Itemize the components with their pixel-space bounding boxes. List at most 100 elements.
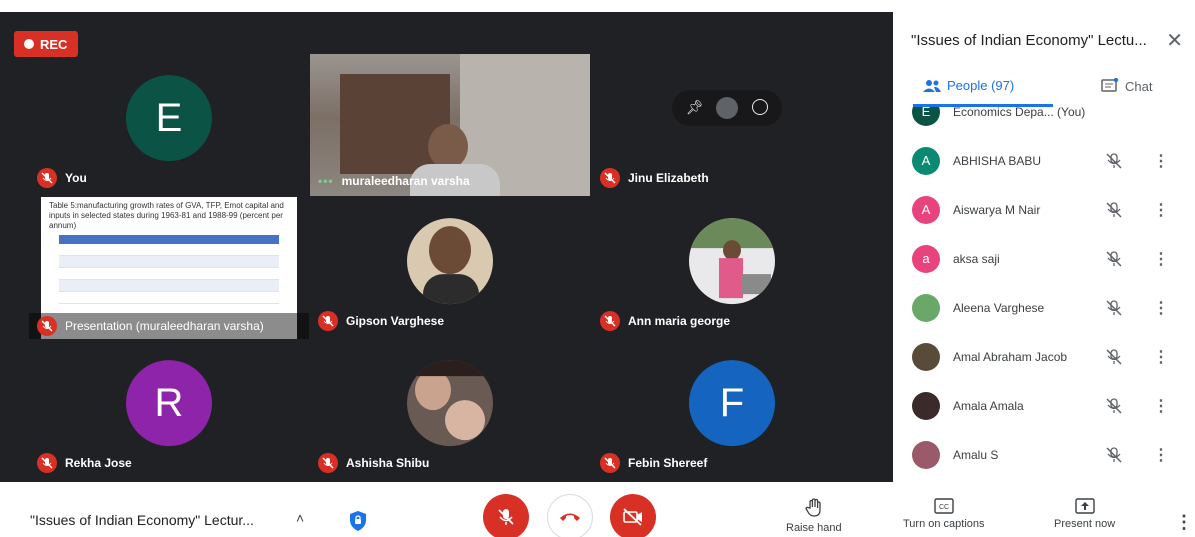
participant-tile-ann[interactable]: Ann maria george xyxy=(592,197,872,339)
avatar xyxy=(912,342,940,371)
participant-name: Ashisha Shibu xyxy=(346,456,430,470)
meeting-title[interactable]: "Issues of Indian Economy" Lectur... xyxy=(30,512,254,528)
participant-name: Jinu Elizabeth xyxy=(628,171,709,185)
captions-button[interactable]: CC Turn on captions xyxy=(903,498,985,530)
mic-off-icon xyxy=(498,509,514,525)
avatar xyxy=(407,360,493,447)
person-name: Aiswarya M Nair xyxy=(953,202,1041,217)
list-item[interactable]: Amala Amala ⋮ xyxy=(893,381,1195,430)
mute-participant-icon[interactable] xyxy=(716,97,738,119)
list-item[interactable]: A ABHISHA BABU ⋮ xyxy=(893,136,1195,185)
list-item[interactable]: A Aiswarya M Nair ⋮ xyxy=(893,185,1195,234)
person-name: ABHISHA BABU xyxy=(953,153,1042,168)
presentation-label: Presentation (muraleedharan varsha) xyxy=(65,319,264,333)
participant-name: Febin Shereef xyxy=(628,456,708,470)
mic-off-icon xyxy=(600,311,620,331)
tile-hover-controls: 📌︎ xyxy=(672,90,782,126)
speaking-indicator-icon: ••• xyxy=(318,174,334,188)
captions-label: Turn on captions xyxy=(903,518,985,530)
record-dot-icon xyxy=(24,39,34,49)
more-options-icon[interactable]: ⋮ xyxy=(1153,151,1169,171)
participant-tile-rekha[interactable]: R Rekha Jose xyxy=(29,339,309,481)
participant-tile-gipson[interactable]: Gipson Varghese xyxy=(310,197,590,339)
mic-off-icon[interactable] xyxy=(1105,201,1123,219)
presentation-label-bar: Presentation (muraleedharan varsha) xyxy=(29,313,309,339)
close-icon[interactable]: ✕ xyxy=(1166,28,1183,53)
mic-off-icon xyxy=(600,168,620,188)
captions-icon: CC xyxy=(934,498,954,514)
top-strip xyxy=(0,0,1195,12)
participant-name: Gipson Varghese xyxy=(346,314,445,328)
participant-tile-jinu[interactable]: 📌︎ Jinu Elizabeth xyxy=(592,54,872,196)
more-options-icon[interactable]: ⋮ xyxy=(1153,249,1169,269)
slide-caption: Table 5:manufacturing growth rates of GV… xyxy=(49,201,284,230)
list-item[interactable]: E Economics Depa... (You) xyxy=(893,107,1195,136)
recording-badge: REC xyxy=(14,31,78,57)
microphone-toggle-button[interactable] xyxy=(483,494,529,537)
people-icon xyxy=(923,79,941,92)
avatar: A xyxy=(912,146,940,175)
recording-label: REC xyxy=(40,36,68,52)
avatar xyxy=(912,440,940,469)
avatar xyxy=(912,293,940,322)
presentation-tile[interactable]: Table 5:manufacturing growth rates of GV… xyxy=(29,197,309,339)
list-item[interactable]: Amal Abraham Jacob ⋮ xyxy=(893,332,1195,381)
mic-off-icon[interactable] xyxy=(1105,299,1123,317)
participant-name: Rekha Jose xyxy=(65,456,132,470)
remove-icon[interactable] xyxy=(752,99,768,115)
leave-call-button[interactable] xyxy=(547,494,593,537)
avatar: E xyxy=(912,107,940,126)
participant-tile-ashisha[interactable]: Ashisha Shibu xyxy=(310,339,590,481)
mic-off-icon xyxy=(318,453,338,473)
more-options-icon[interactable]: ⋮ xyxy=(1153,298,1169,318)
person-name: Aleena Varghese xyxy=(953,300,1045,315)
avatar: R xyxy=(126,360,212,447)
participant-tile-you[interactable]: E You xyxy=(29,54,309,196)
tab-people-label: People (97) xyxy=(947,78,1015,93)
more-options-icon[interactable]: ⋮ xyxy=(1153,396,1169,416)
camera-off-icon xyxy=(623,508,642,526)
participant-tile-speaker[interactable]: ••• muraleedharan varsha xyxy=(310,54,590,196)
avatar xyxy=(407,218,493,305)
chevron-up-icon[interactable]: ˄ xyxy=(296,510,304,526)
present-now-label: Present now xyxy=(1054,518,1116,530)
person-name: aksa saji xyxy=(953,251,1000,266)
mic-off-icon xyxy=(37,453,57,473)
more-options-icon[interactable]: ⋮ xyxy=(1175,512,1193,533)
person-name: Amal Abraham Jacob xyxy=(953,349,1068,364)
participant-tile-febin[interactable]: F Febin Shereef xyxy=(592,339,872,481)
camera-toggle-button[interactable] xyxy=(610,494,656,537)
tab-people[interactable]: People (97) xyxy=(923,78,1014,93)
chat-icon xyxy=(1101,78,1119,92)
hand-icon xyxy=(805,498,821,517)
bottom-toolbar: "Issues of Indian Economy" Lectur... ˄ R… xyxy=(0,482,1195,537)
list-item[interactable]: a aksa saji ⋮ xyxy=(893,234,1195,283)
present-now-button[interactable]: Present now xyxy=(1054,498,1115,530)
mic-off-icon[interactable] xyxy=(1105,397,1123,415)
list-item[interactable]: Aleena Varghese ⋮ xyxy=(893,283,1195,332)
avatar: E xyxy=(126,75,212,162)
more-options-icon[interactable]: ⋮ xyxy=(1153,445,1169,465)
person-name: Economics Depa... (You) xyxy=(953,107,1086,119)
pin-icon[interactable]: 📌︎ xyxy=(686,99,704,116)
more-options-icon[interactable]: ⋮ xyxy=(1153,347,1169,367)
mic-off-icon[interactable] xyxy=(1105,446,1123,464)
mic-off-icon[interactable] xyxy=(1105,348,1123,366)
shield-icon[interactable] xyxy=(348,510,368,532)
present-icon xyxy=(1074,498,1095,514)
mic-off-icon[interactable] xyxy=(1105,250,1123,268)
mic-off-icon xyxy=(600,453,620,473)
mic-off-icon[interactable] xyxy=(1105,152,1123,170)
hang-up-icon xyxy=(560,513,580,521)
tab-chat[interactable]: Chat xyxy=(1101,78,1152,94)
participant-name: muraleedharan varsha xyxy=(341,174,470,188)
mic-off-icon xyxy=(37,316,57,336)
avatar xyxy=(912,391,940,420)
video-grid: REC E You ••• muraleedharan varsha 📌︎ Ji… xyxy=(0,12,893,482)
mic-off-icon xyxy=(318,311,338,331)
raise-hand-button[interactable]: Raise hand xyxy=(786,498,842,534)
more-options-icon[interactable]: ⋮ xyxy=(1153,200,1169,220)
participant-name: You xyxy=(65,171,87,185)
mic-off-icon xyxy=(37,168,57,188)
list-item[interactable]: Amalu S ⋮ xyxy=(893,430,1195,479)
